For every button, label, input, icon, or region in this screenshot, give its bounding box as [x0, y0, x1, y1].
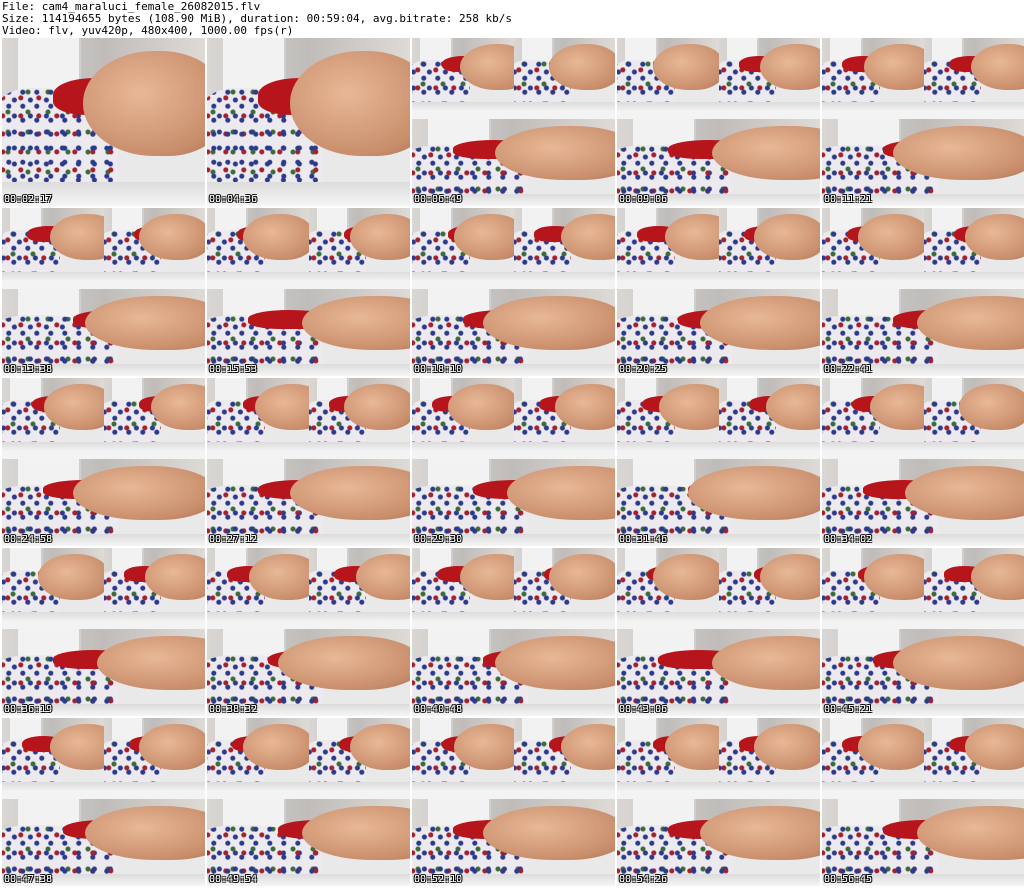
- video-thumbnail: 00:11:21: [822, 38, 1024, 206]
- video-thumbnail: 00:38:32: [207, 548, 410, 716]
- video-thumbnail: 00:43:06: [617, 548, 820, 716]
- timestamp-label: 00:40:48: [414, 704, 463, 715]
- video-thumbnail: 00:45:21: [822, 548, 1024, 716]
- timestamp-label: 00:38:32: [209, 704, 258, 715]
- timestamp-label: 00:47:38: [4, 874, 53, 885]
- video-thumbnail: 00:36:19: [2, 548, 205, 716]
- timestamp-label: 00:49:54: [209, 874, 258, 885]
- video-thumbnail: 00:40:48: [412, 548, 615, 716]
- timestamp-label: 00:09:06: [619, 194, 668, 205]
- timestamp-label: 00:20:25: [619, 364, 668, 375]
- video-thumbnail: 00:52:10: [412, 718, 615, 886]
- video-thumbnail: 00:15:53: [207, 208, 410, 376]
- video-thumbnail: 00:09:06: [617, 38, 820, 206]
- video-thumbnail: 00:34:02: [822, 378, 1024, 546]
- video-thumbnail: 00:56:45: [822, 718, 1024, 886]
- timestamp-label: 00:56:45: [824, 874, 873, 885]
- timestamp-label: 00:15:53: [209, 364, 258, 375]
- timestamp-label: 00:13:38: [4, 364, 53, 375]
- video-thumbnail: 00:49:54: [207, 718, 410, 886]
- timestamp-label: 00:06:49: [414, 194, 463, 205]
- timestamp-label: 00:52:10: [414, 874, 463, 885]
- timestamp-label: 00:31:46: [619, 534, 668, 545]
- video-thumbnail: 00:02:17: [2, 38, 205, 206]
- video-thumbnail: 00:29:30: [412, 378, 615, 546]
- timestamp-label: 00:43:06: [619, 704, 668, 715]
- timestamp-label: 00:45:21: [824, 704, 873, 715]
- video-thumbnail: 00:22:41: [822, 208, 1024, 376]
- video-thumbnail: 00:31:46: [617, 378, 820, 546]
- video-thumbnail: 00:06:49: [412, 38, 615, 206]
- video-thumbnail: 00:24:58: [2, 378, 205, 546]
- timestamp-label: 00:54:26: [619, 874, 668, 885]
- thumbnail-grid: 00:02:17 00:04:36 00:06:49 00:09:06 00:11:21…: [0, 38, 1024, 889]
- timestamp-label: 00:29:30: [414, 534, 463, 545]
- timestamp-label: 00:04:36: [209, 194, 258, 205]
- video-thumbnail: 00:18:10: [412, 208, 615, 376]
- video-thumbnail: 00:13:38: [2, 208, 205, 376]
- video-thumbnail: 00:04:36: [207, 38, 410, 206]
- video-thumbnail: 00:47:38: [2, 718, 205, 886]
- timestamp-label: 00:27:12: [209, 534, 258, 545]
- timestamp-label: 00:18:10: [414, 364, 463, 375]
- video-thumbnail: 00:20:25: [617, 208, 820, 376]
- timestamp-label: 00:02:17: [4, 194, 53, 205]
- timestamp-label: 00:11:21: [824, 194, 873, 205]
- video-thumbnail: 00:27:12: [207, 378, 410, 546]
- file-info-header: File: cam4_maraluci_female_26082015.flv …: [0, 0, 1024, 38]
- timestamp-label: 00:36:19: [4, 704, 53, 715]
- video-info-text: Video: flv, yuv420p, 480x400, 1000.00 fp…: [2, 24, 294, 37]
- video-thumbnail: 00:54:26: [617, 718, 820, 886]
- timestamp-label: 00:24:58: [4, 534, 53, 545]
- timestamp-label: 00:22:41: [824, 364, 873, 375]
- timestamp-label: 00:34:02: [824, 534, 873, 545]
